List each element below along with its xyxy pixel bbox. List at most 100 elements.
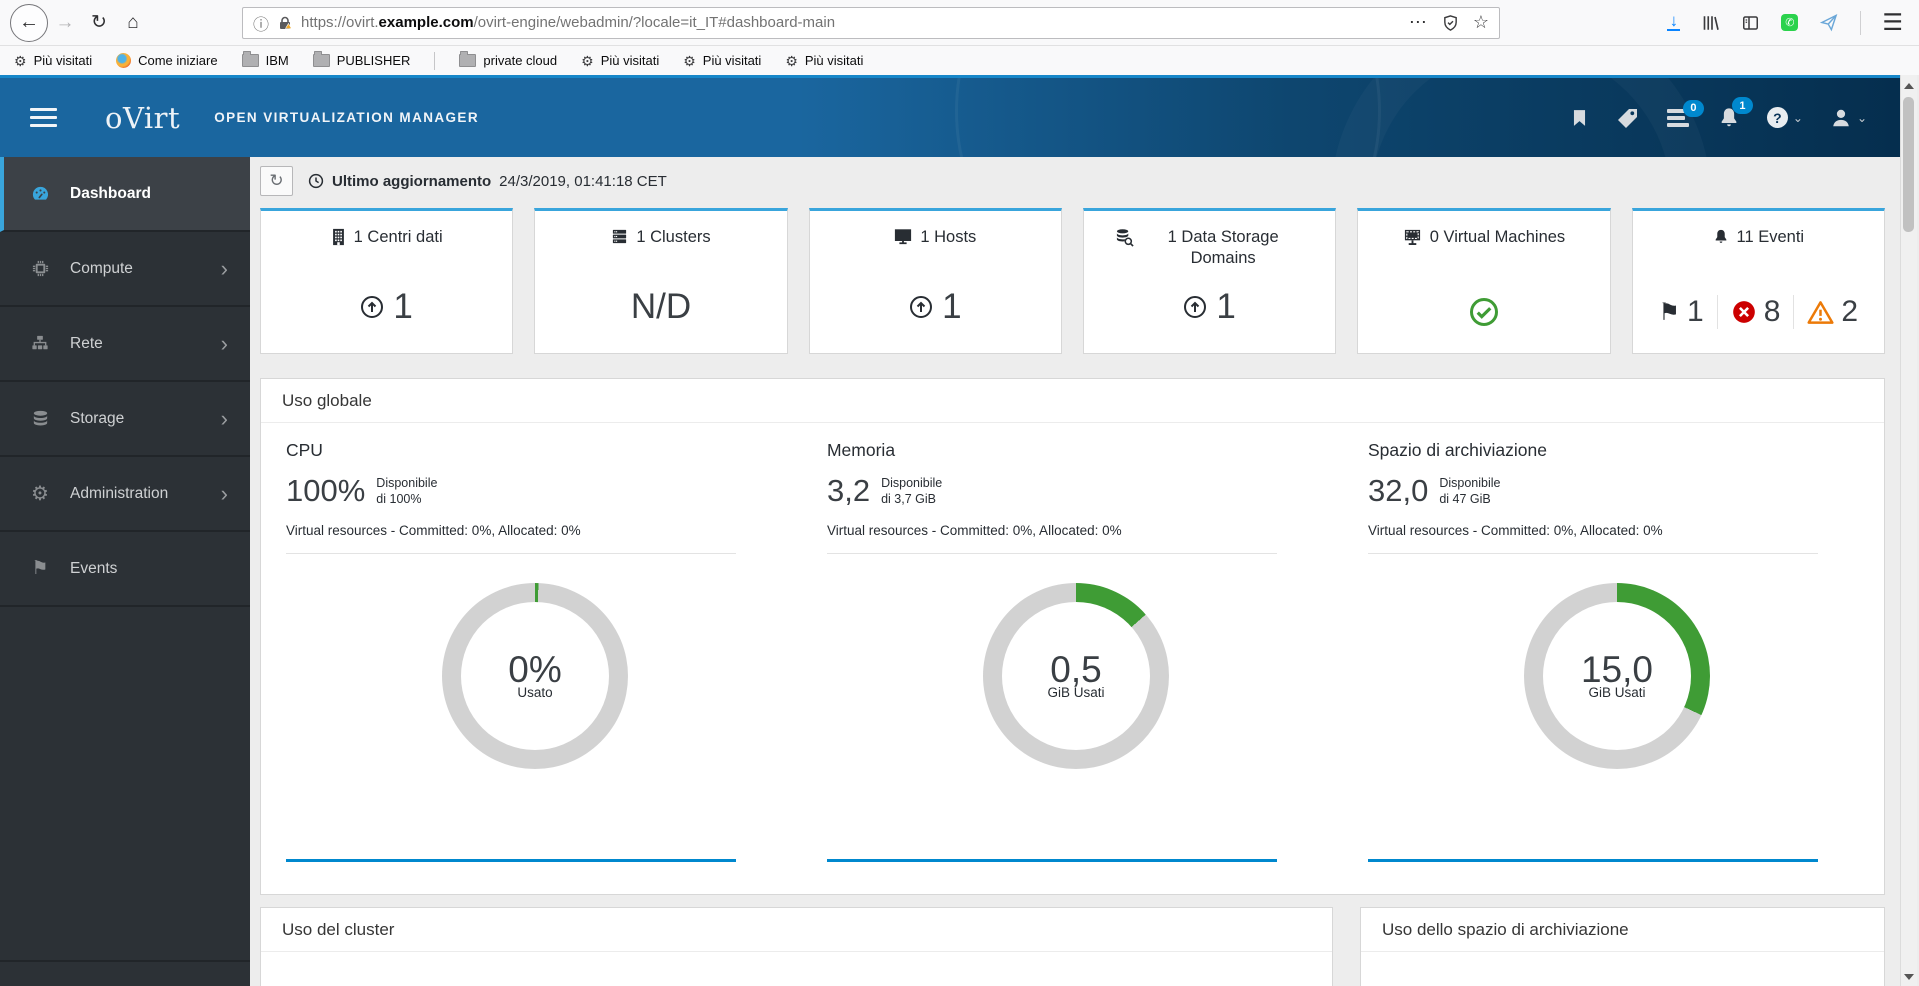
- card-hosts[interactable]: 1 Hosts 1: [808, 208, 1062, 354]
- menu-icon[interactable]: ☰: [1882, 11, 1903, 34]
- gear-icon: ⚙: [31, 483, 49, 505]
- user-menu[interactable]: ⌄: [1830, 107, 1867, 129]
- card-count: 1: [1216, 287, 1236, 326]
- card-virtual-machines[interactable]: 0 Virtual Machines: [1357, 208, 1611, 354]
- bookmark-folder[interactable]: PUBLISHER: [312, 51, 410, 68]
- memory-usage-column: Memoria 3,2 Disponibile di 3,7 GiB Virtu…: [802, 423, 1343, 895]
- sidebar-item-administration[interactable]: ⚙ Administration ›: [0, 457, 250, 532]
- events-warning-count[interactable]: 2: [1793, 295, 1871, 329]
- home-button[interactable]: ⌂: [116, 6, 150, 40]
- storage-virtual-resources: Virtual resources - Committed: 0%, Alloc…: [1367, 522, 1663, 538]
- tags-icon[interactable]: [1616, 106, 1640, 130]
- sidebar-item-events[interactable]: ⚑ Events: [0, 532, 250, 607]
- up-status-icon: [910, 296, 933, 318]
- scroll-up-arrow[interactable]: [1904, 83, 1914, 89]
- cpu-history-sparkline: [286, 859, 736, 862]
- card-title: 1 Hosts: [920, 228, 977, 246]
- sidebar-toggle-icon[interactable]: [1741, 14, 1760, 32]
- forward-button[interactable]: →: [48, 6, 82, 40]
- last-update: Ultimo aggiornamento 24/3/2019, 01:41:18…: [308, 173, 667, 190]
- cluster-icon: [611, 228, 628, 245]
- divider: [1367, 552, 1818, 554]
- card-title: 1 Clusters: [636, 228, 711, 246]
- card-storage-domains[interactable]: 1 Data Storage Domains 1: [1082, 208, 1337, 354]
- downloads-icon[interactable]: ↓: [1667, 12, 1681, 31]
- chip-icon: [27, 259, 53, 278]
- chevron-down-icon: ⌄: [1856, 110, 1867, 125]
- bookmark-star-icon[interactable]: ☆: [1473, 12, 1489, 33]
- bookmark-label: Più visitati: [600, 53, 660, 68]
- storage-available-value: 32,0: [1367, 473, 1429, 508]
- memory-available-value: 3,2: [826, 473, 871, 508]
- memory-virtual-resources: Virtual resources - Committed: 0%, Alloc…: [826, 522, 1122, 538]
- gear-icon: ⚙: [581, 52, 594, 69]
- gear-icon: ⚙: [14, 52, 27, 69]
- divider: [286, 552, 736, 554]
- card-data-centers[interactable]: 1 Centri dati 1: [260, 208, 514, 354]
- page-actions-icon[interactable]: ⋯: [1409, 12, 1428, 33]
- tachometer-icon: [27, 184, 53, 203]
- scrollbar-thumb[interactable]: [1903, 97, 1914, 232]
- help-menu[interactable]: ? ⌄: [1766, 107, 1803, 128]
- back-button[interactable]: ←: [10, 3, 48, 42]
- product-title: OPEN VIRTUALIZATION MANAGER: [214, 110, 479, 125]
- events-error-count[interactable]: 8: [1716, 295, 1794, 329]
- card-title: 1 Centri dati: [353, 228, 443, 246]
- whatsapp-icon[interactable]: ✆: [1781, 14, 1799, 31]
- refresh-button[interactable]: ↻: [260, 166, 293, 196]
- sidebar-item-dashboard[interactable]: Dashboard: [0, 157, 250, 232]
- bookmark-item[interactable]: ⚙ Più visitati: [581, 53, 659, 68]
- flag-icon: ⚑: [1658, 298, 1681, 326]
- flag-icon: ⚑: [31, 558, 49, 579]
- bookmark-folder[interactable]: private cloud: [459, 51, 557, 68]
- send-tab-icon[interactable]: [1819, 13, 1839, 32]
- bookmarks-icon[interactable]: [1570, 107, 1589, 129]
- up-status-icon: [361, 296, 384, 318]
- url-bar[interactable]: ⓘ https://ovirt.example.com/ovirt-engine…: [242, 6, 1500, 39]
- card-clusters[interactable]: 1 Clusters N/D: [534, 208, 788, 354]
- card-title: 1 Data Storage Domains: [1167, 228, 1279, 267]
- library-icon[interactable]: [1701, 14, 1720, 32]
- vm-icon: [1403, 228, 1422, 246]
- tracking-shield-icon[interactable]: [1442, 14, 1459, 32]
- bookmark-label: Più visitati: [702, 53, 762, 68]
- bookmark-folder[interactable]: IBM: [241, 51, 289, 68]
- bookmark-item[interactable]: ⚙ Più visitati: [14, 53, 92, 68]
- monitor-icon: [894, 228, 912, 245]
- storage-space-usage-panel: Uso dello spazio di archiviazione: [1360, 907, 1885, 986]
- bookmark-item[interactable]: ⚙ Più visitati: [683, 53, 761, 68]
- vertical-scrollbar[interactable]: [1900, 75, 1917, 986]
- events-flag-count[interactable]: ⚑ 1: [1646, 295, 1717, 329]
- cpu-used-value: 0%: [508, 649, 562, 691]
- chevron-right-icon: ›: [220, 480, 228, 506]
- sidebar-item-rete[interactable]: Rete ›: [0, 307, 250, 382]
- memory-title: Memoria: [826, 440, 896, 460]
- sidebar-item-label: Events: [70, 559, 118, 577]
- chevron-right-icon: ›: [220, 405, 228, 431]
- bookmark-item[interactable]: ⚙ Più visitati: [785, 53, 863, 68]
- nav-toggle-icon[interactable]: [30, 108, 57, 127]
- page-info-icon[interactable]: ⓘ: [253, 11, 269, 35]
- card-count: 1: [942, 287, 962, 326]
- sidebar-item-storage[interactable]: Storage ›: [0, 382, 250, 457]
- bookmark-item[interactable]: Come iniziare: [116, 53, 218, 68]
- sidebar-item-compute[interactable]: Compute ›: [0, 232, 250, 307]
- insecure-lock-icon[interactable]: [277, 15, 293, 31]
- scroll-down-arrow[interactable]: [1904, 974, 1914, 980]
- cpu-used-label: Usato: [517, 685, 553, 701]
- toolbar-separator: [1860, 10, 1862, 35]
- folder-icon: [459, 51, 477, 67]
- cpu-virtual-resources: Virtual resources - Committed: 0%, Alloc…: [286, 522, 581, 538]
- tasks-icon[interactable]: 0: [1666, 99, 1704, 127]
- warning-icon: [1807, 300, 1834, 324]
- sidebar-item-label: Compute: [70, 259, 133, 277]
- storage-donut-chart: 15,0 GiB Usati: [1523, 582, 1710, 769]
- tasks-badge: 0: [1682, 99, 1704, 117]
- card-events[interactable]: 11 Eventi ⚑ 1 8 2: [1631, 208, 1885, 354]
- alerts-bell-icon[interactable]: 1: [1718, 97, 1753, 129]
- storage-usage-column: Spazio di archiviazione 32,0 Disponibile…: [1343, 423, 1884, 895]
- cluster-usage-panel: Uso del cluster: [260, 907, 1333, 986]
- reload-button[interactable]: ↻: [82, 6, 116, 40]
- folder-icon: [312, 51, 330, 67]
- gear-icon: ⚙: [683, 52, 696, 69]
